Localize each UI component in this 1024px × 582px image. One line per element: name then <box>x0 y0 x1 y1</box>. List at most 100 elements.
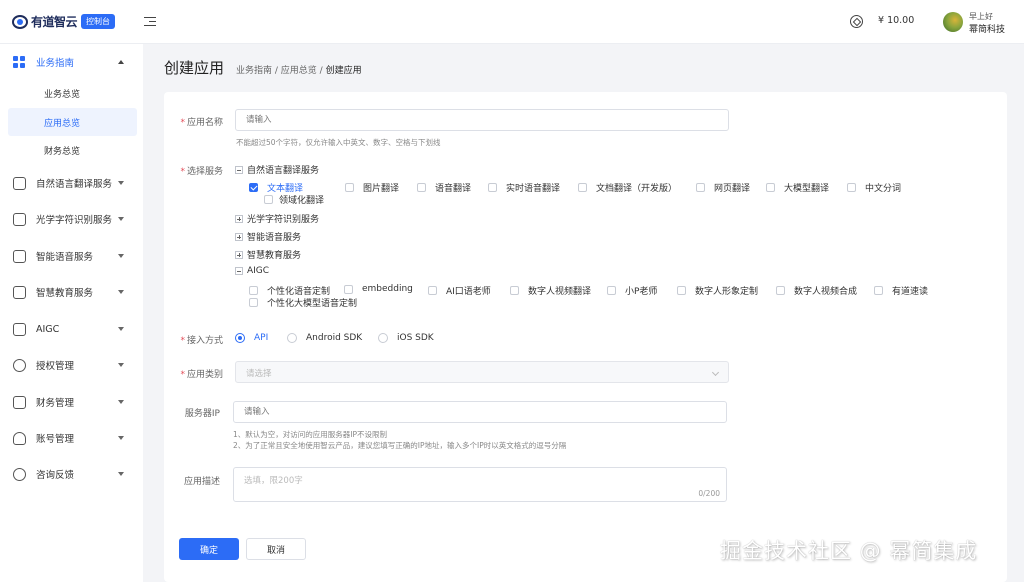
sidebar-item-ocr[interactable]: 光学字符识别服务 <box>0 205 143 233</box>
collapse-icon[interactable] <box>235 267 243 275</box>
description-textarea[interactable]: 选填，限200字 0/200 <box>233 467 727 502</box>
access-method-label: * 接入方式 <box>180 336 223 346</box>
expand-icon[interactable] <box>235 232 243 241</box>
collapse-menu-icon[interactable] <box>144 14 156 28</box>
checkbox-realtime-speech-translation[interactable]: 实时语音翻译 <box>488 181 560 194</box>
description-label: 应用描述 <box>183 477 220 487</box>
checkbox-ai-speaking-teacher[interactable]: AI口语老师 <box>428 284 491 297</box>
chevron-down-icon <box>118 290 124 294</box>
service-group-education[interactable]: 智慧教育服务 <box>235 248 301 261</box>
checkbox-youdao-speed-reading[interactable]: 有道速读 <box>874 284 928 297</box>
finance-icon <box>13 396 26 409</box>
server-ip-hint-2: 2、为了正常且安全地使用智云产品，建议您填写正确的IP地址，输入多个IP时以英文… <box>233 441 567 450</box>
checkbox-checked-icon <box>249 183 258 192</box>
chevron-down-icon <box>118 363 124 367</box>
chevron-down-icon <box>711 368 720 377</box>
app-name-input[interactable] <box>235 109 729 131</box>
radio-android-sdk[interactable]: Android SDK <box>287 333 362 343</box>
chevron-down-icon <box>118 254 124 258</box>
sidebar-item-label: 智慧教育服务 <box>36 288 94 299</box>
sidebar-subitem-finance-overview[interactable]: 财务总览 <box>8 136 137 164</box>
sidebar-item-feedback[interactable]: 咨询反馈 <box>0 460 143 488</box>
checkbox-speech-translation[interactable]: 语音翻译 <box>417 181 471 194</box>
logo-icon <box>12 14 28 29</box>
breadcrumb-current: 创建应用 <box>325 66 362 76</box>
app-name-hint: 不能超过50个字符，仅允许输入中英文、数字、空格与下划线 <box>236 138 441 147</box>
sidebar-subitem-app-overview[interactable]: 应用总览 <box>8 108 137 136</box>
chevron-down-icon <box>118 217 124 221</box>
aigc-icon <box>13 323 26 336</box>
checkbox-embedding[interactable]: embedding <box>344 284 413 294</box>
checkbox-digital-human-video-translation[interactable]: 数字人视频翻译 <box>510 284 591 297</box>
user-name[interactable]: 幂简科技 <box>969 22 1005 35</box>
education-icon <box>13 286 26 299</box>
sidebar-item-business-guide[interactable]: 业务指南 <box>0 48 143 76</box>
chevron-down-icon <box>118 181 124 185</box>
checkbox-llm-translation[interactable]: 大模型翻译 <box>766 181 829 194</box>
checkbox-document-translation[interactable]: 文档翻译（开发版） <box>578 181 677 194</box>
sidebar: 业务指南 业务总览 应用总览 财务总览 自然语言翻译服务 光学字符识别服务 智能… <box>0 44 143 582</box>
sidebar-item-label: 业务指南 <box>36 58 75 69</box>
app-category-label: * 应用类别 <box>180 370 223 380</box>
service-group-ocr[interactable]: 光学字符识别服务 <box>235 212 319 225</box>
account-balance[interactable]: ¥ 10.00 <box>878 15 914 26</box>
user-greeting: 早上好 <box>969 12 993 21</box>
sidebar-item-voice[interactable]: 智能语音服务 <box>0 242 143 270</box>
console-badge: 控制台 <box>81 14 116 29</box>
server-ip-hint-1: 1、默认为空，对访问的应用服务器IP不设限制 <box>233 430 388 439</box>
translate-icon <box>13 177 26 190</box>
sidebar-subitem-business-overview[interactable]: 业务总览 <box>8 79 137 107</box>
chevron-down-icon <box>118 472 124 476</box>
ocr-scan-icon <box>13 213 26 226</box>
checkbox-domain-translation[interactable]: 领域化翻译 <box>264 193 324 206</box>
sidebar-item-aigc[interactable]: AIGC <box>0 315 143 343</box>
checkbox-web-translation[interactable]: 网页翻译 <box>696 181 750 194</box>
sidebar-item-label: 账号管理 <box>36 434 75 445</box>
checkbox-little-p-teacher[interactable]: 小P老师 <box>607 284 657 297</box>
top-bar: 有道智云 控制台 ¥ 10.00 早上好 幂简科技 <box>0 0 1024 44</box>
checkbox-digital-human-video-synthesis[interactable]: 数字人视频合成 <box>776 284 857 297</box>
server-ip-input[interactable] <box>233 401 727 423</box>
radio-selected-icon <box>235 333 245 343</box>
breadcrumb-app-overview[interactable]: 应用总览 <box>281 66 317 76</box>
sidebar-item-label: 自然语言翻译服务 <box>36 179 113 190</box>
sidebar-item-label: 智能语音服务 <box>36 252 94 263</box>
sidebar-item-label: 授权管理 <box>36 361 75 372</box>
chevron-down-icon <box>118 436 124 440</box>
service-group-nlp[interactable]: 自然语言翻译服务 <box>235 163 319 176</box>
checkbox-chinese-segmentation[interactable]: 中文分词 <box>847 181 901 194</box>
character-counter: 0/200 <box>698 489 720 498</box>
service-group-speech[interactable]: 智能语音服务 <box>235 230 301 243</box>
server-ip-label: 服务器IP <box>184 409 220 419</box>
account-icon <box>13 432 26 445</box>
sidebar-item-authorization[interactable]: 授权管理 <box>0 351 143 379</box>
compass-icon[interactable] <box>850 15 863 28</box>
brand-logo[interactable]: 有道智云 控制台 <box>12 13 116 30</box>
avatar[interactable] <box>943 12 963 32</box>
services-label: * 选择服务 <box>180 167 223 177</box>
collapse-icon[interactable] <box>235 165 243 174</box>
page-title: 创建应用 <box>164 59 225 77</box>
sidebar-item-nlp[interactable]: 自然语言翻译服务 <box>0 169 143 197</box>
sidebar-item-finance[interactable]: 财务管理 <box>0 388 143 416</box>
expand-icon[interactable] <box>235 214 243 223</box>
chevron-down-icon <box>118 327 124 331</box>
checkbox-digital-human-avatar[interactable]: 数字人形象定制 <box>677 284 758 297</box>
expand-icon[interactable] <box>235 250 243 259</box>
dashboard-icon <box>13 56 26 69</box>
app-category-select[interactable]: 请选择 <box>235 361 729 383</box>
cancel-button[interactable]: 取消 <box>246 538 306 560</box>
chevron-down-icon <box>118 400 124 404</box>
sidebar-item-education[interactable]: 智慧教育服务 <box>0 278 143 306</box>
watermark: 掘金技术社区 @ 幂简集成 <box>720 539 978 563</box>
radio-api[interactable]: API <box>235 333 268 343</box>
breadcrumb-business-guide[interactable]: 业务指南 <box>236 66 272 76</box>
checkbox-image-translation[interactable]: 图片翻译 <box>345 181 399 194</box>
sidebar-item-label: 财务管理 <box>36 398 75 409</box>
service-group-aigc[interactable]: AIGC <box>235 266 269 276</box>
checkbox-custom-llm-voice[interactable]: 个性化大模型语音定制 <box>249 296 357 309</box>
radio-ios-sdk[interactable]: iOS SDK <box>378 333 434 343</box>
feedback-icon <box>13 468 26 481</box>
sidebar-item-account[interactable]: 账号管理 <box>0 424 143 452</box>
confirm-button[interactable]: 确定 <box>179 538 239 560</box>
